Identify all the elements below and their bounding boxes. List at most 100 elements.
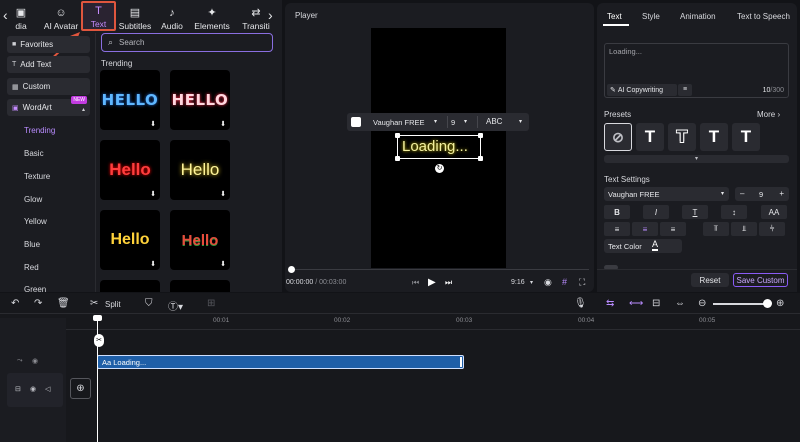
tab-style[interactable]: Style <box>642 12 660 21</box>
microphone-icon[interactable]: 🎙 <box>574 298 587 309</box>
reset-button[interactable]: Reset <box>691 273 729 287</box>
preset-outline-t-icon[interactable]: T <box>668 123 696 151</box>
progress-track[interactable] <box>291 269 589 270</box>
download-icon[interactable]: ⬇ <box>220 260 226 268</box>
preset-t-icon[interactable]: T <box>700 123 728 151</box>
color-swatch[interactable] <box>351 117 361 127</box>
sidebar-sub-basic[interactable]: Basic <box>24 149 44 158</box>
add-media-icon[interactable]: ⊞ <box>207 298 215 309</box>
ai-copywriting-button[interactable]: ✎ AI Copywriting <box>607 84 677 96</box>
zoom-out-icon[interactable]: ⊖ <box>698 298 706 309</box>
eye-icon[interactable]: ◉ <box>32 357 38 365</box>
align-middle-icon[interactable]: ⫫ <box>731 222 757 236</box>
download-icon[interactable]: ⬇ <box>150 260 156 268</box>
more-button[interactable]: More › <box>757 110 780 119</box>
toolbar-text[interactable]: T Text <box>81 1 116 31</box>
link-icon[interactable]: ⇆ <box>606 298 614 309</box>
download-icon[interactable]: ⬇ <box>150 120 156 128</box>
delete-icon[interactable]: 🗑 <box>57 298 70 309</box>
align-left-icon[interactable]: ≡ <box>604 222 630 236</box>
wordart-thumb[interactable] <box>100 280 160 292</box>
preset-t-icon[interactable]: T <box>636 123 664 151</box>
toolbar-subtitles[interactable]: ▤ Subtitles <box>117 3 153 32</box>
split-marker-icon[interactable]: ✂ <box>94 334 104 347</box>
add-track-icon[interactable]: ⊕ <box>70 378 91 399</box>
rotate-handle-icon[interactable]: ↻ <box>435 164 444 173</box>
eye-icon[interactable]: ◉ <box>30 385 36 393</box>
resize-handle[interactable] <box>478 133 483 138</box>
toolbar-ai-avatar[interactable]: ☺ AI Avatar <box>42 3 80 32</box>
expand-presets-button[interactable]: ▾ <box>604 155 789 163</box>
sidebar-sub-texture[interactable]: Texture <box>24 172 50 181</box>
toolbar-elements[interactable]: ✦ Elements <box>193 3 231 32</box>
tab-animation[interactable]: Animation <box>680 12 716 21</box>
resize-handle[interactable] <box>478 156 483 161</box>
zoom-in-icon[interactable]: ⊕ <box>776 298 784 309</box>
resize-handle[interactable] <box>395 156 400 161</box>
text-format-icon[interactable]: ≡ <box>678 84 692 96</box>
tab-text[interactable]: Text <box>607 12 622 21</box>
align-top-icon[interactable]: ⫪ <box>703 222 729 236</box>
underline-icon[interactable]: T <box>682 205 708 219</box>
wordart-thumb[interactable]: Hello ⬇ <box>100 210 160 270</box>
split-icon[interactable]: ✂ <box>90 298 98 309</box>
next-frame-icon[interactable]: ⏭ <box>445 278 452 288</box>
font-size-stepper[interactable]: – 9 + <box>735 187 789 201</box>
sidebar-sub-red[interactable]: Red <box>24 263 39 272</box>
wordart-thumb[interactable] <box>170 280 230 292</box>
wordart-thumb[interactable]: Hello ⬇ <box>170 210 230 270</box>
sidebar-sub-green[interactable]: Green <box>24 285 46 292</box>
wordart-thumb[interactable]: HELLO ⬇ <box>100 70 160 130</box>
search-input[interactable]: ⌕ Search <box>101 33 273 52</box>
sidebar-wordart[interactable]: ▣ WordArt NEW ▴ <box>7 96 90 116</box>
case-select[interactable]: ABC <box>486 117 502 126</box>
preset-t-icon[interactable]: T <box>732 123 760 151</box>
clip-trim-handle[interactable] <box>460 357 462 367</box>
sidebar-favorites[interactable]: ■ Favorites <box>7 36 90 53</box>
align-bottom-icon[interactable]: ⫩ <box>759 222 785 236</box>
text-tool-icon[interactable]: Ⓣ▾ <box>168 298 183 313</box>
download-icon[interactable]: ⬇ <box>150 190 156 198</box>
redo-icon[interactable]: ↷ <box>34 298 42 309</box>
save-custom-button[interactable]: Save Custom <box>733 273 788 287</box>
download-icon[interactable]: ⬇ <box>220 190 226 198</box>
font-family-select[interactable]: Vaughan FREE ▾ <box>604 187 729 201</box>
line-spacing-icon[interactable]: ↕ <box>721 205 747 219</box>
toolbar-audio[interactable]: ♪ Audio <box>158 3 186 32</box>
plus-icon[interactable]: + <box>779 189 784 198</box>
shield-icon[interactable]: ⛉ <box>145 298 153 309</box>
text-content-field[interactable]: Loading... ✎ AI Copywriting ≡ 10/300 <box>604 43 789 98</box>
fullscreen-icon[interactable]: ⛶ <box>579 277 585 288</box>
resize-handle[interactable] <box>395 133 400 138</box>
split-button[interactable]: Split <box>105 300 121 309</box>
download-icon[interactable]: ⬇ <box>220 120 226 128</box>
tab-text-to-speech[interactable]: Text to Speech <box>737 12 795 21</box>
playhead-handle[interactable] <box>93 315 102 321</box>
text-clip[interactable]: Aa Loading... <box>97 355 464 369</box>
size-select[interactable]: 9 <box>451 118 455 127</box>
track-lock-icon[interactable]: ⊟ <box>15 385 21 393</box>
wordart-thumb[interactable]: Hello ⬇ <box>100 140 160 200</box>
zoom-slider-handle[interactable] <box>763 299 772 308</box>
toolbar-media[interactable]: ▣ dia <box>8 3 34 32</box>
case-icon[interactable]: AA <box>761 205 787 219</box>
aspect-ratio-select[interactable]: 9:16 <box>511 279 525 286</box>
sidebar-custom[interactable]: ▦ Custom <box>7 78 90 95</box>
font-select[interactable]: Vaughan FREE <box>373 118 425 127</box>
progress-handle[interactable] <box>288 266 295 273</box>
mute-icon[interactable]: ◁ <box>45 385 50 393</box>
scroll-left-icon[interactable]: ‹ <box>3 7 8 23</box>
play-icon[interactable]: ▶ <box>428 277 436 288</box>
snapshot-icon[interactable]: ◉ <box>544 277 552 288</box>
preset-none[interactable]: ⊘ <box>604 123 632 151</box>
italic-icon[interactable]: I <box>643 205 669 219</box>
sidebar-sub-yellow[interactable]: Yellow <box>24 217 47 226</box>
undo-icon[interactable]: ↶ <box>11 298 19 309</box>
text-bounding-box[interactable]: Loading... <box>395 133 483 161</box>
wordart-thumb[interactable]: HELLO ⬇ <box>170 70 230 130</box>
sidebar-sub-blue[interactable]: Blue <box>24 240 40 249</box>
zoom-slider[interactable] <box>713 303 765 305</box>
wordart-thumb[interactable]: Hello ⬇ <box>170 140 230 200</box>
align-center-icon[interactable]: ≡ <box>632 222 658 236</box>
snap-icon[interactable]: ⟷ <box>629 298 643 309</box>
